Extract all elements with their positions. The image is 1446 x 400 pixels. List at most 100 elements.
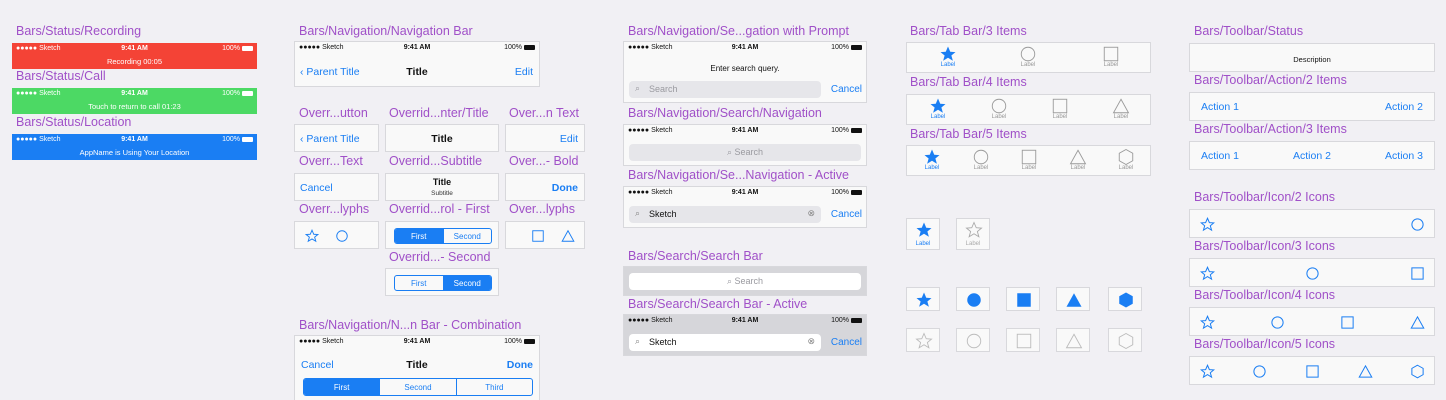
triangle-outline-icon (1112, 98, 1130, 114)
symbol-label: Overrid...Subtitle (389, 154, 483, 168)
star-outline-icon[interactable] (1200, 315, 1215, 330)
symbol-label: Over...n Text (509, 106, 579, 120)
triangle-outline-icon[interactable] (1410, 315, 1425, 330)
glyph-tile[interactable] (956, 328, 990, 352)
star-outline-icon[interactable] (1200, 364, 1215, 379)
square-outline-icon[interactable] (1340, 315, 1355, 330)
action-2-button[interactable]: Action 2 (1385, 101, 1423, 113)
star-filled-icon (916, 292, 932, 307)
edit-button[interactable]: Edit (515, 66, 533, 78)
glyph-tile[interactable] (1056, 328, 1090, 352)
cancel-button[interactable]: Cancel (831, 209, 862, 220)
tab-item[interactable]: Label (961, 148, 1001, 171)
square-outline-icon[interactable] (1305, 364, 1320, 379)
tab-item[interactable]: Label (1040, 97, 1080, 120)
glyph-tile[interactable] (1108, 328, 1142, 352)
symbol-label: Overrid...rol - First (389, 202, 490, 216)
triangle-filled-icon (1066, 293, 1082, 307)
search-icon: ⌕ (726, 276, 732, 286)
override-subtitle: Title Subtitle (385, 173, 499, 201)
symbol-label: Overr...utton (299, 106, 368, 120)
recording-text: Recording 00:05 (106, 57, 163, 66)
search-bar: ⌕ Search (623, 266, 867, 296)
glyph-tile[interactable] (1056, 287, 1090, 311)
search-input[interactable]: ⌕ Search (629, 273, 861, 290)
search-icon: ⌕ (635, 83, 641, 93)
star-outline-icon[interactable] (305, 229, 319, 243)
action-3-button[interactable]: Action 3 (1385, 150, 1423, 162)
override-done[interactable]: Done (505, 173, 585, 201)
tab-bar-5: Label Label Label Label Label (906, 145, 1151, 176)
search-input[interactable]: ⌕ Search (629, 144, 861, 161)
circle-outline-icon[interactable] (1270, 315, 1285, 330)
clear-icon[interactable]: ⊗ (807, 336, 815, 347)
call-text: Touch to return to call 01:23 (88, 102, 181, 111)
triangle-outline-icon[interactable] (561, 229, 575, 243)
circle-outline-icon[interactable] (335, 229, 349, 243)
override-cancel[interactable]: Cancel (294, 173, 379, 201)
star-filled-icon (930, 98, 946, 113)
circle-outline-icon (991, 98, 1007, 114)
call-status-bar[interactable]: ●●●●● Sketch 9:41 AM 100% Touch to return … (12, 88, 257, 114)
clear-icon[interactable]: ⊗ (807, 208, 815, 219)
square-outline-icon[interactable] (531, 229, 545, 243)
glyph-tile[interactable] (956, 287, 990, 311)
star-outline-icon[interactable] (1200, 266, 1215, 281)
square-outline-icon[interactable] (1410, 266, 1425, 281)
battery-icon (242, 136, 253, 142)
tab-item[interactable]: Label (1009, 148, 1049, 171)
circle-outline-icon[interactable] (1410, 217, 1425, 232)
segment-second[interactable]: Second (379, 379, 455, 395)
tab-bar-4: Label Label Label Label (906, 94, 1151, 125)
hexagon-outline-icon (1118, 332, 1134, 350)
triangle-outline-icon[interactable] (1358, 364, 1373, 379)
star-outline-icon[interactable] (1200, 217, 1215, 232)
search-input[interactable]: ⌕ Search (629, 81, 821, 98)
cancel-button[interactable]: Cancel (831, 337, 862, 348)
battery-icon (242, 45, 253, 51)
segment-second[interactable]: Second (442, 229, 492, 243)
glyph-tile[interactable] (1006, 328, 1040, 352)
circle-outline-icon (966, 333, 982, 349)
tab-item[interactable]: Label (912, 148, 952, 171)
tab-item-selected[interactable]: Label (906, 218, 940, 250)
glyph-tile[interactable] (1006, 287, 1040, 311)
hexagon-outline-icon[interactable] (1410, 364, 1425, 379)
segment-first[interactable]: First (395, 229, 443, 243)
override-edit[interactable]: Edit (505, 124, 585, 152)
tab-item[interactable]: Label (979, 97, 1019, 120)
tab-item[interactable]: Label (928, 45, 968, 68)
circle-outline-icon[interactable] (1252, 364, 1267, 379)
glyph-tile[interactable] (1108, 287, 1142, 311)
tab-item[interactable]: Label (1008, 45, 1048, 68)
override-back-button[interactable]: ‹ Parent Title (294, 124, 379, 152)
symbol-label: Bars/Navigation/N...n Bar - Combination (299, 318, 522, 332)
segment-first[interactable]: First (304, 379, 380, 395)
search-input[interactable]: ⌕ Sketch ⊗ (629, 206, 821, 223)
segment-second[interactable]: Second (442, 276, 491, 290)
tab-item-unselected[interactable]: Label (956, 218, 990, 250)
square-filled-icon (1017, 293, 1031, 307)
search-input[interactable]: ⌕ Sketch ⊗ (629, 334, 821, 351)
action-1-button[interactable]: Action 1 (1201, 101, 1239, 113)
recording-status-bar[interactable]: ●●●●● Sketch 9:41 AM 100% Recording 00:05 (12, 43, 257, 69)
time: 9:41 AM (731, 189, 759, 196)
tab-item[interactable]: Label (1101, 97, 1141, 120)
glyph-tile[interactable] (906, 287, 940, 311)
tab-item[interactable]: Label (1106, 148, 1146, 171)
tab-item[interactable]: Label (1091, 45, 1131, 68)
symbol-label: Overrid...- Second (389, 250, 491, 264)
glyph-tile[interactable] (906, 328, 940, 352)
segment-third[interactable]: Third (455, 379, 532, 395)
done-button[interactable]: Done (507, 359, 533, 371)
tab-item[interactable]: Label (1058, 148, 1098, 171)
star-filled-icon (924, 149, 940, 164)
segment-first[interactable]: First (395, 276, 443, 290)
symbol-label: Bars/Toolbar/Icon/2 Icons (1194, 190, 1336, 204)
cancel-button[interactable]: Cancel (831, 84, 862, 95)
toolbar-icon-5 (1189, 356, 1435, 385)
location-status-bar[interactable]: ●●●●● Sketch 9:41 AM 100% AppName is Using… (12, 134, 257, 160)
tab-item[interactable]: Label (918, 97, 958, 120)
toolbar-action-3: Action 1 Action 2 Action 3 (1189, 141, 1435, 170)
circle-outline-icon[interactable] (1305, 266, 1320, 281)
